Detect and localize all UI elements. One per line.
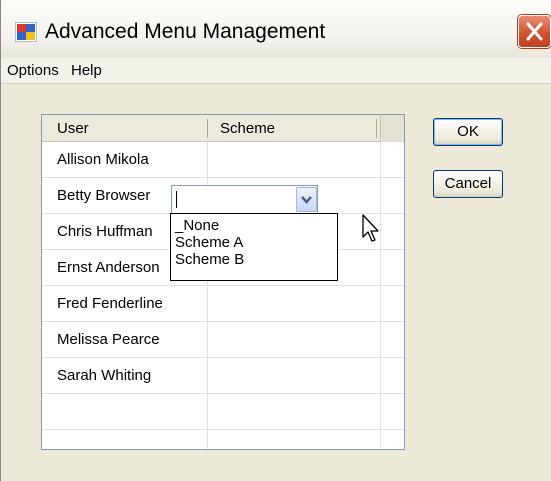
grid-header: User Scheme bbox=[42, 115, 404, 142]
menu-bar: Options Help bbox=[1, 58, 551, 84]
dropdown-option[interactable]: Scheme B bbox=[175, 251, 244, 268]
window-app-icon bbox=[15, 22, 37, 42]
menu-options[interactable]: Options bbox=[7, 62, 59, 79]
table-row[interactable]: Allison Mikola bbox=[42, 142, 404, 178]
user-cell[interactable]: Allison Mikola bbox=[57, 151, 149, 168]
cancel-button[interactable]: Cancel bbox=[433, 170, 503, 198]
user-cell[interactable]: Chris Huffman bbox=[57, 223, 153, 240]
user-cell[interactable]: Fred Fenderline bbox=[57, 295, 163, 312]
table-row[interactable] bbox=[42, 430, 404, 449]
dialog-window: Advanced Menu Management Options Help Us… bbox=[0, 0, 551, 481]
text-caret bbox=[176, 191, 177, 208]
window-title: Advanced Menu Management bbox=[45, 20, 326, 43]
title-bar[interactable]: Advanced Menu Management bbox=[1, 0, 551, 58]
user-scheme-grid[interactable]: User Scheme Allison Mikola Betty Browser… bbox=[41, 114, 405, 450]
close-icon bbox=[526, 22, 543, 41]
combobox-dropdown-button[interactable] bbox=[296, 187, 317, 212]
column-divider[interactable] bbox=[376, 119, 377, 138]
table-row[interactable]: Melissa Pearce bbox=[42, 322, 404, 358]
column-header-scheme[interactable]: Scheme bbox=[220, 120, 275, 137]
table-row[interactable]: Fred Fenderline bbox=[42, 286, 404, 322]
ok-button[interactable]: OK bbox=[433, 118, 503, 146]
mouse-pointer-icon bbox=[362, 214, 379, 242]
dropdown-option[interactable]: _None bbox=[175, 217, 219, 234]
menu-help[interactable]: Help bbox=[71, 62, 102, 79]
dropdown-option[interactable]: Scheme A bbox=[175, 234, 243, 251]
table-row[interactable] bbox=[42, 394, 404, 430]
scheme-dropdown-list[interactable]: _None Scheme A Scheme B bbox=[170, 213, 338, 281]
scheme-combobox[interactable] bbox=[171, 185, 318, 214]
header-corner bbox=[380, 115, 404, 142]
user-cell[interactable]: Ernst Anderson bbox=[57, 259, 160, 276]
close-button[interactable] bbox=[518, 15, 551, 48]
table-row[interactable]: Sarah Whiting bbox=[42, 358, 404, 394]
user-cell[interactable]: Melissa Pearce bbox=[57, 331, 160, 348]
user-cell[interactable]: Betty Browser bbox=[57, 187, 150, 204]
user-cell[interactable]: Sarah Whiting bbox=[57, 367, 151, 384]
column-divider[interactable] bbox=[207, 119, 208, 138]
column-header-user[interactable]: User bbox=[57, 120, 89, 137]
chevron-down-icon bbox=[301, 196, 312, 204]
